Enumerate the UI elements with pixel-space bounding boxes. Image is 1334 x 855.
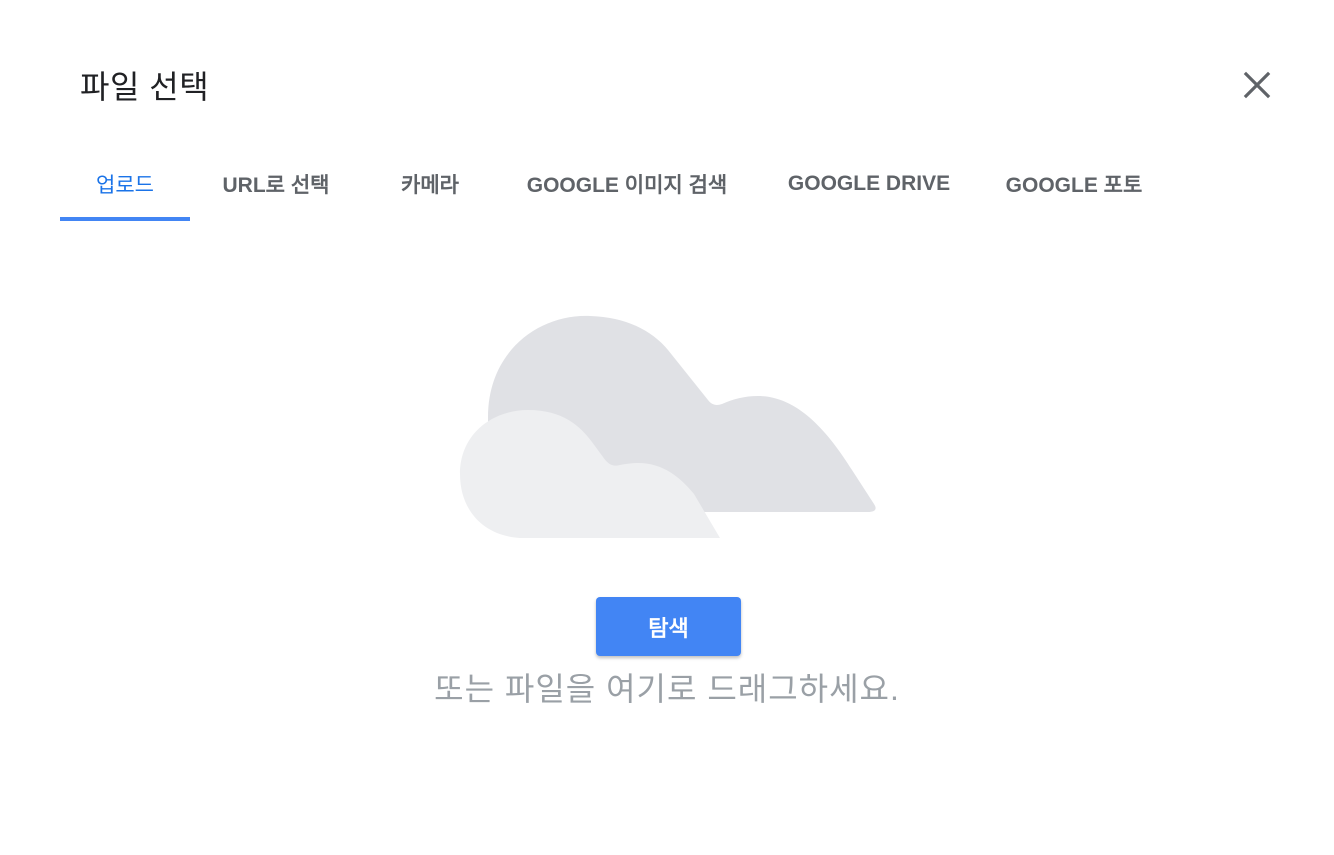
tab-bar: 업로드 URL로 선택 카메라 GOOGLE 이미지 검색 GOOGLE DRI…: [60, 150, 1274, 222]
tab-google-photos[interactable]: GOOGLE 포토: [1004, 150, 1144, 218]
tab-google-drive[interactable]: GOOGLE DRIVE: [788, 150, 950, 218]
tab-camera[interactable]: 카메라: [380, 150, 480, 218]
tab-label: 업로드: [96, 174, 154, 197]
browse-button[interactable]: 탐색: [596, 597, 741, 656]
close-icon: [1243, 71, 1271, 99]
tab-label: GOOGLE 포토: [1005, 174, 1143, 197]
tab-label: GOOGLE 이미지 검색: [526, 174, 728, 197]
tab-url[interactable]: URL로 선택: [210, 150, 342, 218]
close-button[interactable]: [1236, 64, 1278, 106]
tab-label: GOOGLE DRIVE: [787, 172, 951, 195]
file-picker-dialog: 파일 선택 업로드 URL로 선택 카메라 GOOGLE 이미지 검색 GOOG…: [0, 0, 1334, 855]
cloud-icon: [460, 315, 876, 538]
dialog-title: 파일 선택: [80, 69, 210, 105]
tab-label: 카메라: [401, 174, 459, 197]
tab-google-image-search[interactable]: GOOGLE 이미지 검색: [522, 150, 732, 218]
drag-drop-hint: 또는 파일을 여기로 드래그하세요.: [434, 671, 900, 707]
tab-label: URL로 선택: [222, 174, 330, 197]
active-tab-indicator: [60, 217, 190, 221]
tab-upload[interactable]: 업로드: [60, 150, 190, 221]
